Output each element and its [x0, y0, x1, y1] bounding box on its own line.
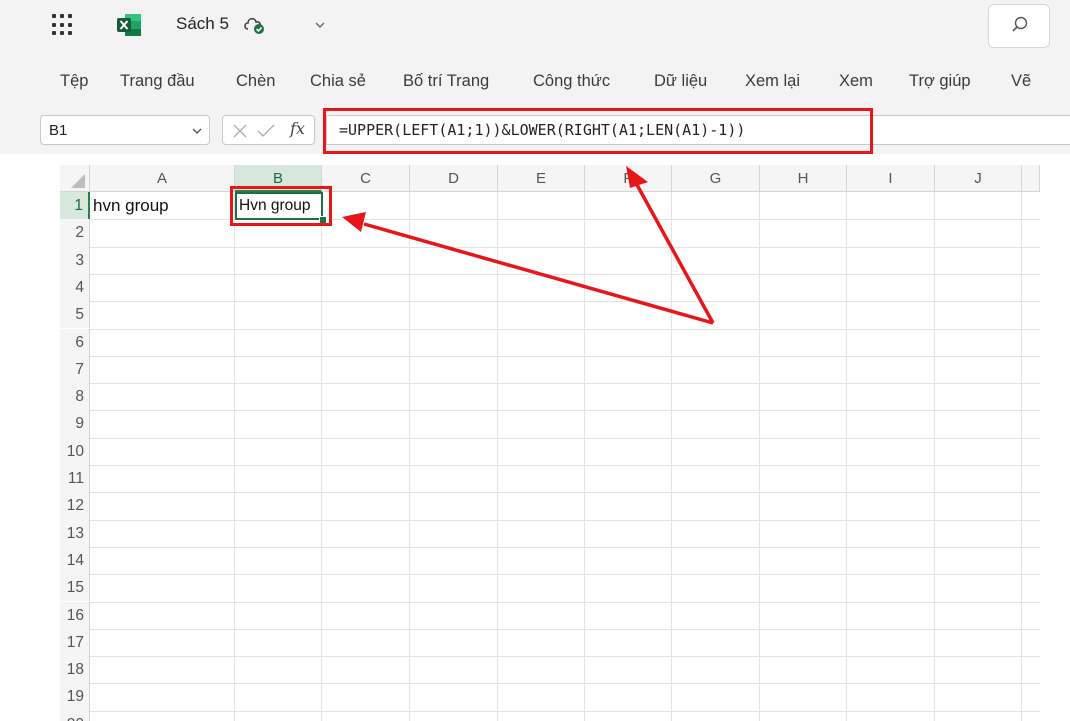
row-header-3[interactable]: 3: [60, 246, 90, 274]
tab-data[interactable]: Dữ liệu: [654, 72, 707, 91]
tab-page-layout[interactable]: Bố trí Trang: [403, 72, 489, 91]
row-header-10[interactable]: 10: [60, 437, 90, 465]
formula-highlight-box: [323, 108, 873, 154]
column-header-a[interactable]: A: [90, 165, 235, 192]
result-highlight-box: [230, 186, 332, 226]
row-header-18[interactable]: 18: [60, 656, 90, 684]
tab-draw[interactable]: Vẽ: [1011, 72, 1031, 91]
tab-share[interactable]: Chia sẻ: [310, 72, 366, 91]
row-header-6[interactable]: 6: [60, 328, 90, 356]
column-header-c[interactable]: C: [322, 165, 410, 192]
tab-view[interactable]: Xem: [839, 72, 873, 91]
row-header-17[interactable]: 17: [60, 628, 90, 657]
tab-review[interactable]: Xem lại: [745, 72, 800, 91]
cell-a1[interactable]: hvn group: [93, 196, 169, 216]
document-title[interactable]: Sách 5: [176, 14, 229, 34]
title-bar: Sách 5: [0, 0, 1070, 52]
column-header-partial[interactable]: [1022, 165, 1040, 192]
column-header-j[interactable]: J: [935, 165, 1022, 192]
tab-home[interactable]: Trang đầu: [120, 72, 195, 91]
row-header-1[interactable]: 1: [60, 192, 90, 220]
cell-gridlines: [90, 192, 1040, 721]
formula-actions: fx: [222, 115, 315, 145]
insert-function-icon[interactable]: fx: [290, 119, 305, 138]
row-header-13[interactable]: 13: [60, 519, 90, 547]
row-header-9[interactable]: 9: [60, 410, 90, 438]
tab-help[interactable]: Trợ giúp: [909, 72, 971, 91]
chevron-down-icon[interactable]: [191, 125, 203, 137]
tab-formulas[interactable]: Công thức: [533, 72, 610, 91]
row-header-11[interactable]: 11: [60, 465, 90, 493]
ribbon-tabs: Tệp Trang đầu Chèn Chia sẻ Bố trí Trang …: [0, 52, 1070, 108]
row-header-4[interactable]: 4: [60, 273, 90, 302]
app-launcher-icon[interactable]: [52, 14, 74, 36]
row-header-2[interactable]: 2: [60, 219, 90, 247]
row-header-8[interactable]: 8: [60, 383, 90, 411]
cancel-icon[interactable]: [231, 122, 249, 140]
name-box[interactable]: B1: [40, 115, 210, 145]
chevron-down-icon[interactable]: [313, 18, 327, 32]
row-header-16[interactable]: 16: [60, 601, 90, 629]
row-header-5[interactable]: 5: [60, 301, 90, 329]
row-header-7[interactable]: 7: [60, 355, 90, 384]
tab-file[interactable]: Tệp: [60, 72, 88, 91]
select-all-corner[interactable]: [60, 165, 90, 192]
excel-logo-icon: [116, 13, 142, 37]
tab-insert[interactable]: Chèn: [236, 72, 275, 91]
search-icon: [1012, 16, 1028, 32]
check-icon[interactable]: [256, 122, 276, 140]
column-header-d[interactable]: D: [410, 165, 498, 192]
column-header-i[interactable]: I: [847, 165, 935, 192]
row-header-20[interactable]: 20: [60, 710, 90, 721]
name-box-value: B1: [49, 122, 68, 139]
row-header-19[interactable]: 19: [60, 683, 90, 711]
cloud-sync-icon[interactable]: [242, 14, 268, 36]
row-header-14[interactable]: 14: [60, 546, 90, 575]
column-header-h[interactable]: H: [760, 165, 847, 192]
row-header-12[interactable]: 12: [60, 492, 90, 520]
column-header-g[interactable]: G: [672, 165, 760, 192]
search-button[interactable]: [988, 4, 1050, 48]
spreadsheet-grid[interactable]: A B C D E F G H I J 1 2 3 4 5 6 7 8 9 10…: [0, 165, 1040, 721]
column-header-f[interactable]: F: [585, 165, 672, 192]
row-header-15[interactable]: 15: [60, 574, 90, 602]
column-header-e[interactable]: E: [498, 165, 585, 192]
